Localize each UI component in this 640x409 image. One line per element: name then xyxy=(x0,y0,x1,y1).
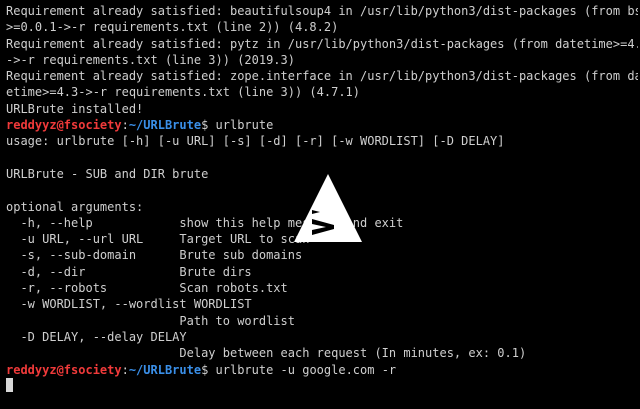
prompt-command: urlbrute -u google.com -r xyxy=(208,362,397,377)
terminal-line: usage: urlbrute [-h] [-u URL] [-s] [-d] … xyxy=(6,134,505,149)
terminal-line: ->-r requirements.txt (line 3)) (2019.3) xyxy=(6,52,295,67)
text-cursor[interactable] xyxy=(6,377,13,392)
terminal-input-line xyxy=(6,377,638,394)
terminal-line: Requirement already satisfied: beautiful… xyxy=(6,4,638,18)
terminal-prompt-line: reddyyz@fsociety:~/URLBrute$ urlbrute xyxy=(6,117,638,133)
terminal-window[interactable]: Requirement already satisfied: beautiful… xyxy=(0,0,640,409)
prompt-user: reddyyz@fsociety xyxy=(6,118,122,133)
terminal-line: Requirement already satisfied: zope.inte… xyxy=(6,69,638,84)
terminal-line: -r, --robots Scan robots.txt xyxy=(6,281,288,296)
prompt-user: reddyyz@fsociety xyxy=(6,362,122,377)
prompt-path: ~/URLBrute xyxy=(128,362,202,377)
terminal-line: -d, --dir Brute dirs xyxy=(6,264,252,279)
terminal-prompt-line: reddyyz@fsociety:~/URLBrute$ urlbrute -u… xyxy=(6,362,638,378)
play-logo-icon[interactable] xyxy=(290,170,366,246)
terminal-line: URLBrute installed! xyxy=(6,101,144,116)
terminal-line: Requirement already satisfied: pytz in /… xyxy=(6,36,638,51)
terminal-line: etime>=4.3->-r requirements.txt (line 3)… xyxy=(6,85,361,100)
terminal-line: >=0.0.1->-r requirements.txt (line 2)) (… xyxy=(6,20,339,35)
terminal-line: Path to wordlist xyxy=(6,313,295,328)
terminal-line: Delay between each request (In minutes, … xyxy=(6,346,527,361)
prompt-command: urlbrute xyxy=(208,118,274,133)
prompt-separator: : xyxy=(121,118,129,133)
prompt-path: ~/URLBrute xyxy=(128,118,202,133)
prompt-separator: : xyxy=(121,362,129,377)
terminal-line: -s, --sub-domain Brute sub domains xyxy=(6,248,303,263)
terminal-line: -w WORDLIST, --wordlist WORDLIST xyxy=(6,297,252,312)
terminal-line: -D DELAY, --delay DELAY xyxy=(6,329,187,344)
